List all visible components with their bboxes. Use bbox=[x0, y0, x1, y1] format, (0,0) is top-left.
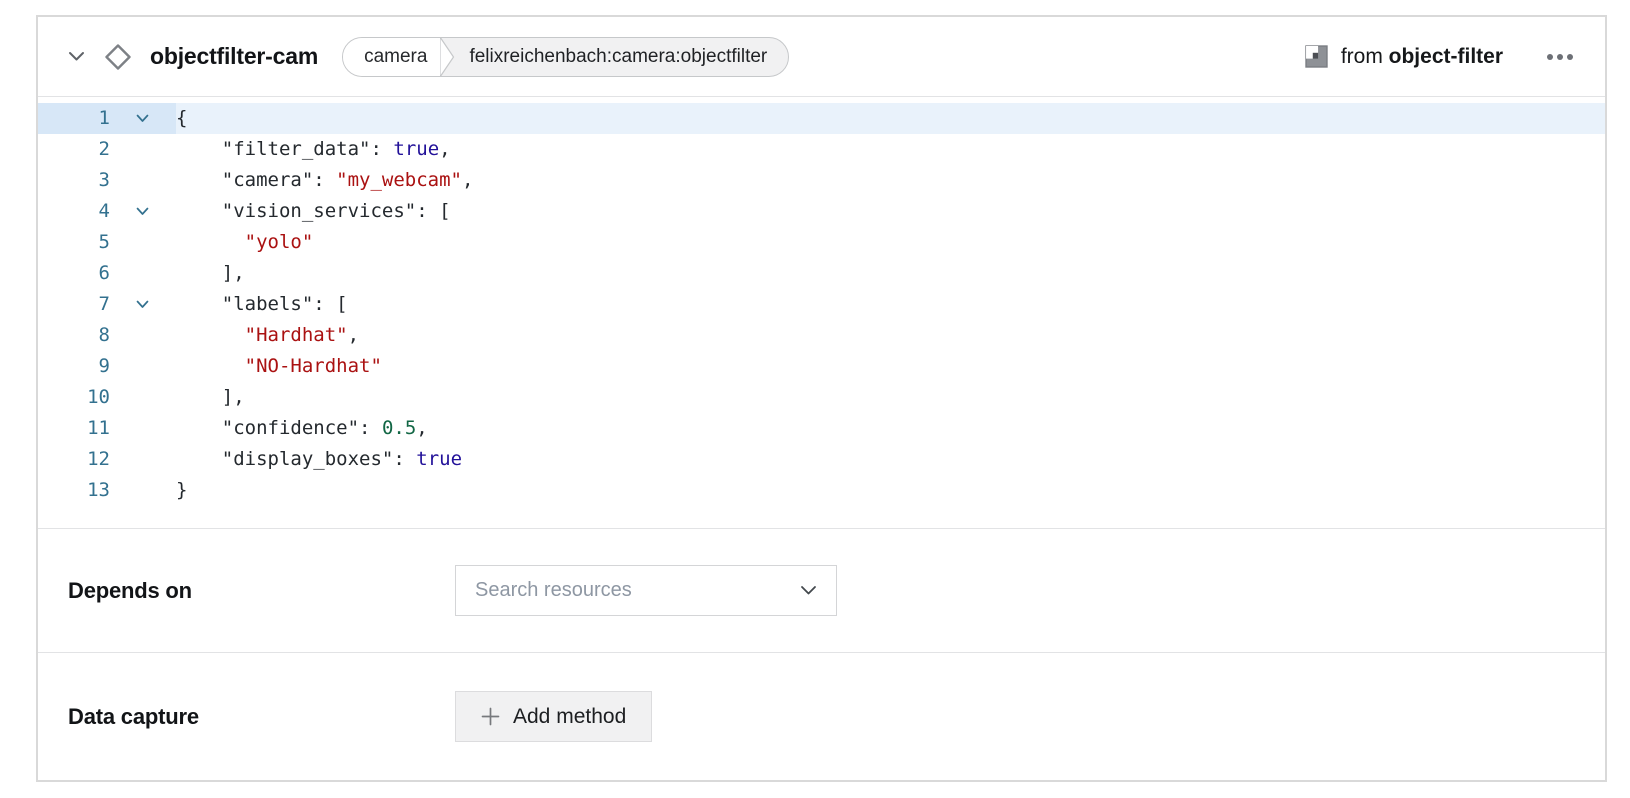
code-line[interactable]: 2 "filter_data": true, bbox=[38, 134, 1605, 165]
code-line[interactable]: 5 "yolo" bbox=[38, 227, 1605, 258]
code-editor[interactable]: 1{2 "filter_data": true,3 "camera": "my_… bbox=[38, 97, 1605, 529]
resource-config-card: objectfilter-cam camera felixreichenbach… bbox=[36, 15, 1607, 782]
chevron-down-icon bbox=[800, 585, 817, 596]
code-text: "Hardhat", bbox=[176, 320, 1605, 351]
code-line[interactable]: 6 ], bbox=[38, 258, 1605, 289]
code-line[interactable]: 3 "camera": "my_webcam", bbox=[38, 165, 1605, 196]
code-text: ], bbox=[176, 258, 1605, 289]
depends-on-label: Depends on bbox=[68, 578, 455, 604]
add-method-button[interactable]: Add method bbox=[455, 691, 652, 742]
ellipsis-icon bbox=[1547, 54, 1573, 60]
code-line[interactable]: 11 "confidence": 0.5, bbox=[38, 413, 1605, 444]
code-text: "confidence": 0.5, bbox=[176, 413, 1605, 444]
resource-name-title: objectfilter-cam bbox=[150, 43, 318, 70]
code-text: { bbox=[176, 103, 1605, 134]
code-text: "vision_services": [ bbox=[176, 196, 1605, 227]
code-text: "camera": "my_webcam", bbox=[176, 165, 1605, 196]
code-text: "display_boxes": true bbox=[176, 444, 1605, 475]
line-number: 11 bbox=[38, 413, 110, 444]
fold-spacer bbox=[110, 351, 176, 382]
code-text: "labels": [ bbox=[176, 289, 1605, 320]
code-text: } bbox=[176, 475, 1605, 506]
code-line[interactable]: 8 "Hardhat", bbox=[38, 320, 1605, 351]
fold-spacer bbox=[110, 258, 176, 289]
resource-type-model-pill: camera felixreichenbach:camera:objectfil… bbox=[342, 37, 789, 77]
fold-spacer bbox=[110, 165, 176, 196]
code-line[interactable]: 4 "vision_services": [ bbox=[38, 196, 1605, 227]
fold-spacer bbox=[110, 382, 176, 413]
pill-chevron-divider bbox=[440, 38, 455, 76]
card-header: objectfilter-cam camera felixreichenbach… bbox=[38, 17, 1605, 97]
data-capture-section: Data capture Add method bbox=[38, 653, 1605, 780]
line-number: 4 bbox=[38, 196, 110, 227]
code-text: "NO-Hardhat" bbox=[176, 351, 1605, 382]
code-line[interactable]: 13} bbox=[38, 475, 1605, 506]
line-number: 8 bbox=[38, 320, 110, 351]
code-lines: 1{2 "filter_data": true,3 "camera": "my_… bbox=[38, 103, 1605, 506]
from-module-name: object-filter bbox=[1389, 45, 1503, 68]
line-number: 3 bbox=[38, 165, 110, 196]
code-line[interactable]: 1{ bbox=[38, 103, 1605, 134]
chevron-down-icon bbox=[68, 51, 85, 62]
from-module-text: from object-filter bbox=[1341, 45, 1503, 69]
fold-spacer bbox=[110, 413, 176, 444]
search-resources-select[interactable]: Search resources bbox=[455, 565, 837, 616]
line-number: 7 bbox=[38, 289, 110, 320]
collapse-card-button[interactable] bbox=[65, 46, 87, 68]
line-number: 10 bbox=[38, 382, 110, 413]
code-line[interactable]: 10 ], bbox=[38, 382, 1605, 413]
plus-icon bbox=[481, 707, 500, 726]
code-text: "filter_data": true, bbox=[176, 134, 1605, 165]
line-number: 12 bbox=[38, 444, 110, 475]
overflow-menu-button[interactable] bbox=[1545, 48, 1575, 66]
fold-spacer bbox=[110, 320, 176, 351]
code-text: "yolo" bbox=[176, 227, 1605, 258]
code-line[interactable]: 12 "display_boxes": true bbox=[38, 444, 1605, 475]
line-number: 5 bbox=[38, 227, 110, 258]
resource-type-label: camera bbox=[343, 38, 441, 76]
fold-toggle-icon[interactable] bbox=[110, 103, 176, 134]
fold-spacer bbox=[110, 227, 176, 258]
search-resources-placeholder: Search resources bbox=[475, 579, 632, 602]
fold-toggle-icon[interactable] bbox=[110, 289, 176, 320]
data-capture-label: Data capture bbox=[68, 704, 455, 730]
line-number: 1 bbox=[38, 103, 110, 134]
header-right-group: from object-filter bbox=[1305, 45, 1575, 69]
code-line[interactable]: 9 "NO-Hardhat" bbox=[38, 351, 1605, 382]
add-method-label: Add method bbox=[513, 705, 626, 729]
fold-spacer bbox=[110, 444, 176, 475]
line-number: 13 bbox=[38, 475, 110, 506]
depends-on-section: Depends on Search resources bbox=[38, 529, 1605, 653]
fold-spacer bbox=[110, 134, 176, 165]
fold-spacer bbox=[110, 475, 176, 506]
line-number: 9 bbox=[38, 351, 110, 382]
line-number: 2 bbox=[38, 134, 110, 165]
from-prefix: from bbox=[1341, 45, 1383, 68]
resource-model-label: felixreichenbach:camera:objectfilter bbox=[455, 38, 788, 76]
fold-toggle-icon[interactable] bbox=[110, 196, 176, 227]
component-diamond-icon bbox=[103, 42, 133, 72]
code-text: ], bbox=[176, 382, 1605, 413]
code-line[interactable]: 7 "labels": [ bbox=[38, 289, 1605, 320]
line-number: 6 bbox=[38, 258, 110, 289]
module-fragment-icon bbox=[1305, 45, 1328, 68]
